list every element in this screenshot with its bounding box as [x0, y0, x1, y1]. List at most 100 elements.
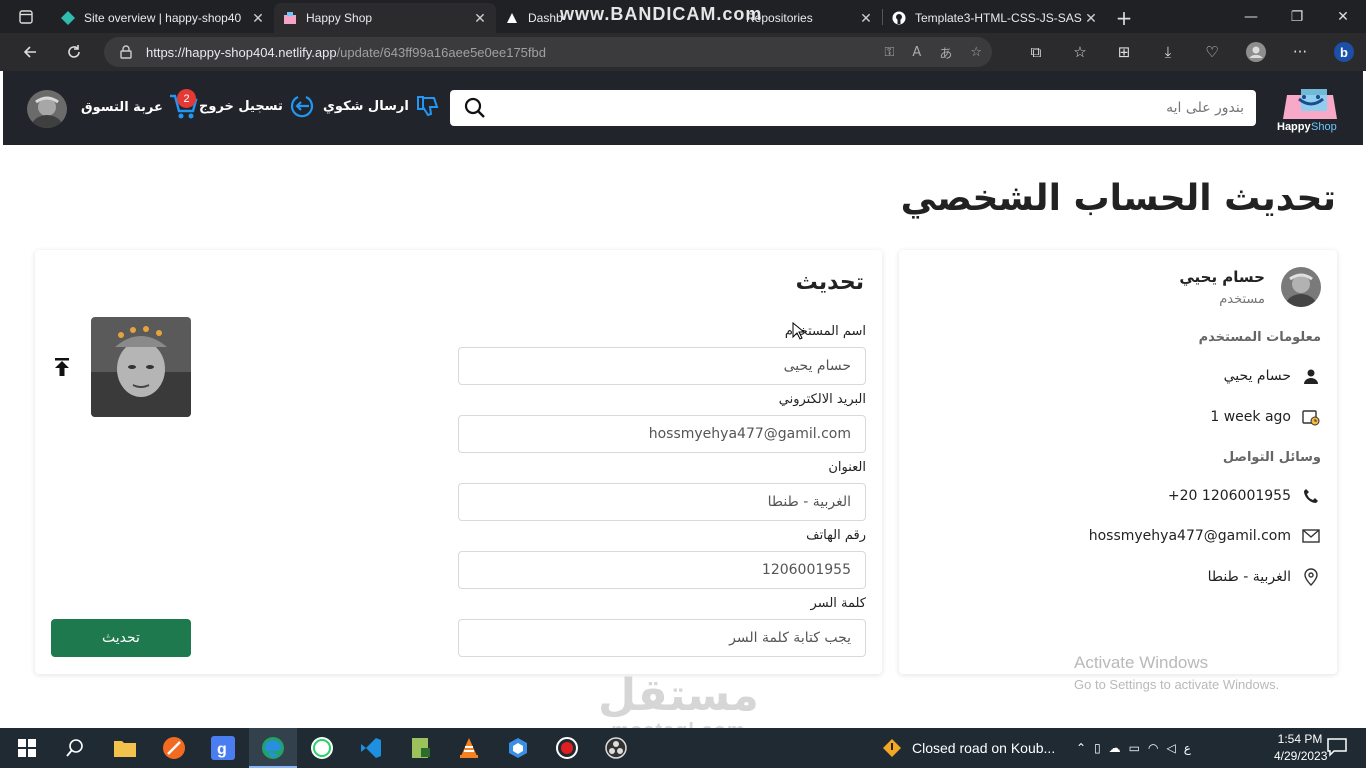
address-input[interactable] [458, 483, 866, 521]
battery-icon[interactable]: ▭ [1129, 741, 1140, 755]
close-tab-icon[interactable]: ✕ [472, 10, 488, 27]
google-app-icon[interactable]: g [209, 734, 237, 762]
browser-tab-netlify[interactable]: Site overview | happy-shop40 ✕ [52, 3, 274, 33]
close-tab-icon[interactable]: ✕ [1083, 10, 1099, 27]
notepad-app-icon[interactable] [407, 734, 435, 762]
contact-heading: وسائل التواصل [1222, 450, 1321, 465]
edge-browser-icon[interactable] [259, 734, 287, 762]
profile-icon[interactable] [1234, 33, 1278, 71]
favorites-icon[interactable]: ☆ [1058, 33, 1102, 71]
chat-bubble-icon [1327, 738, 1347, 757]
site-navbar: Happy Shop ارسال شكوي تسجيل خروج عربة ال… [3, 71, 1363, 145]
volume-icon[interactable]: ◁ [1167, 741, 1176, 755]
taskbar-clock[interactable]: 1:54 PM 4/29/2023 [1274, 731, 1327, 765]
restore-button[interactable]: ❐ [1274, 0, 1320, 33]
password-label: كلمة السر [810, 596, 866, 611]
vscode-icon[interactable] [357, 734, 385, 762]
obs-app-icon[interactable] [602, 734, 630, 762]
tab-actions-button[interactable] [0, 0, 52, 33]
thumbs-down-icon [416, 96, 439, 117]
profile-email: hossmyehya477@gamil.com [1088, 528, 1291, 544]
password-input[interactable] [458, 619, 866, 657]
traffic-notification[interactable]: Closed road on Koub... [882, 728, 1055, 768]
blue-app-icon[interactable] [504, 734, 532, 762]
reload-button[interactable] [52, 33, 96, 71]
back-arrow-icon [23, 46, 36, 58]
notification-center-button[interactable] [1326, 736, 1348, 758]
collections-icon[interactable]: ⊞ [1102, 33, 1146, 71]
search-input[interactable] [500, 90, 1256, 126]
logout-icon [290, 95, 313, 118]
activate-windows-subtitle: Go to Settings to activate Windows. [1074, 677, 1280, 692]
send-complaint-link[interactable]: ارسال شكوي [323, 93, 441, 119]
back-button[interactable] [8, 33, 52, 71]
chevron-up-icon[interactable]: ⌃ [1076, 741, 1086, 755]
window-controls: — ❐ ✕ [1228, 0, 1366, 33]
close-tab-icon[interactable]: ✕ [250, 10, 266, 27]
recorder-app-icon[interactable] [553, 734, 581, 762]
profile-email-row: hossmyehya477@gamil.com [1089, 528, 1321, 544]
profile-role: مستخدم [1219, 292, 1265, 307]
add-favorite-icon[interactable]: ☆ [970, 45, 982, 60]
complaint-label: ارسال شكوي [323, 98, 409, 114]
page-title: تحديث الحساب الشخصي [900, 178, 1336, 219]
email-input[interactable] [458, 415, 866, 453]
performance-icon[interactable]: ♡ [1190, 33, 1234, 71]
profile-joined: 1 week ago [1210, 409, 1291, 425]
upload-photo-button[interactable] [53, 357, 71, 377]
input-language[interactable]: ع [1184, 741, 1191, 755]
url-bar[interactable]: https://happy-shop404.netlify.app/update… [104, 37, 992, 67]
logout-link[interactable]: تسجيل خروج [199, 93, 315, 119]
system-tray: ⌃ ▯ ☁ ▭ ◠ ◁ ع [1076, 728, 1191, 768]
whatsapp-icon[interactable] [308, 734, 336, 762]
phone-label: رقم الهاتف [806, 528, 866, 543]
windows-logo-icon [18, 739, 36, 757]
wifi-icon[interactable]: ◠ [1148, 741, 1158, 755]
happy-shop-favicon-icon [282, 10, 298, 26]
file-explorer-icon[interactable] [111, 734, 139, 762]
device-icon[interactable]: ▯ [1094, 741, 1101, 755]
profile-phone: +20 1206001955 [1167, 488, 1291, 504]
browser-tab-github[interactable]: Template3-HTML-CSS-JS-SAS ✕ [883, 3, 1107, 33]
orange-app-icon[interactable] [160, 734, 188, 762]
recorder-watermark: www.BANDICAM.com [560, 4, 763, 24]
start-button[interactable] [13, 734, 41, 762]
downloads-icon[interactable]: ⤓ [1146, 33, 1190, 71]
read-aloud-icon[interactable]: A [912, 45, 921, 60]
mouse-cursor-icon [792, 322, 804, 340]
close-window-button[interactable]: ✕ [1320, 0, 1366, 33]
lock-icon [120, 45, 132, 59]
vlc-icon[interactable] [455, 734, 483, 762]
form-title: تحديث [795, 270, 864, 295]
update-button[interactable]: تحديث [51, 619, 191, 657]
search-button[interactable] [450, 97, 500, 119]
profile-name: حسام يحيي [1179, 268, 1265, 286]
taskbar-search-button[interactable] [61, 734, 89, 762]
svg-text:b: b [1340, 45, 1348, 60]
phone-input[interactable] [458, 551, 866, 589]
close-tab-icon[interactable]: ✕ [858, 10, 874, 27]
more-menu-icon[interactable]: ··· [1278, 33, 1322, 71]
user-avatar[interactable] [27, 90, 67, 128]
browser-tab-happy-shop[interactable]: Happy Shop ✕ [274, 3, 496, 33]
key-icon[interactable]: ⚿ [885, 45, 895, 60]
minimize-button[interactable]: — [1228, 0, 1274, 33]
logo-text-1: Happy [1277, 121, 1312, 133]
name-input[interactable] [458, 347, 866, 385]
happy-shop-logo[interactable]: Happy Shop [1277, 85, 1345, 133]
phone-icon [1301, 488, 1321, 504]
reload-icon [68, 45, 80, 58]
bing-chat-icon[interactable]: b [1322, 33, 1366, 71]
svg-text:g: g [217, 741, 227, 758]
url-text: https://happy-shop404.netlify.app/update… [146, 45, 546, 60]
tab-actions-icon [19, 9, 33, 24]
calendar-clock-icon [1301, 408, 1321, 426]
new-tab-button[interactable]: + [1107, 3, 1141, 33]
extensions-icon[interactable]: ⧉ [1014, 33, 1058, 71]
cloud-icon[interactable]: ☁ [1109, 741, 1121, 755]
translate-icon[interactable]: あ [939, 43, 952, 62]
update-form-card: تحديث اسم المستخدم البريد الالكتروني الع… [35, 250, 882, 674]
windows-taskbar: g Closed road on Koub... ⌃ ▯ ☁ ▭ ◠ ◁ ع 1… [0, 728, 1366, 768]
profile-username-row: حسام يحيي [1224, 368, 1321, 384]
user-icon [1301, 368, 1321, 384]
